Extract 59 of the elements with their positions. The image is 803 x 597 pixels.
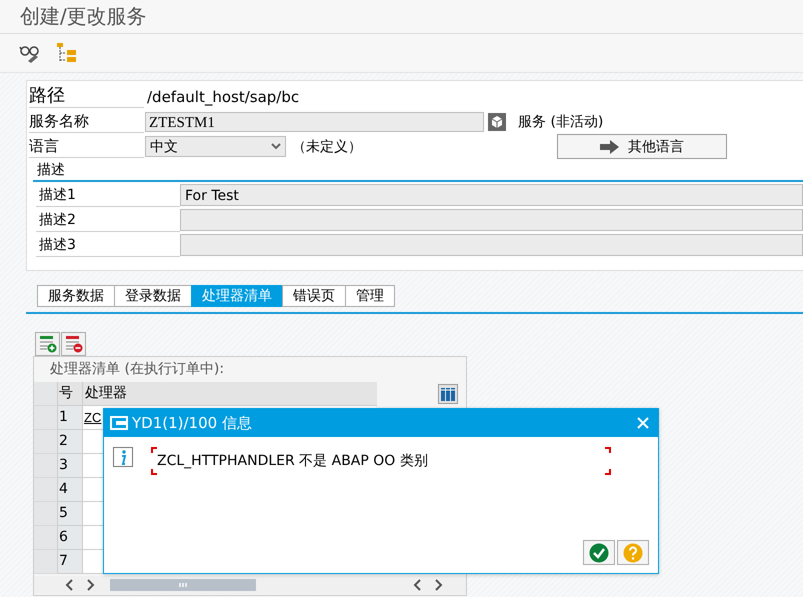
tab[interactable]: 登录数据 (114, 285, 191, 307)
table-cell: 4 (58, 478, 83, 502)
tab[interactable]: 错误页 (282, 285, 345, 307)
scroll-left-icon[interactable] (64, 579, 74, 591)
insert-row-button[interactable] (35, 332, 60, 356)
field-label: 路径 (29, 85, 144, 108)
field-value: /default_host/sap/bc (146, 88, 300, 106)
table-cell: 3 (58, 454, 83, 478)
question-mark-icon (623, 542, 643, 562)
cube-icon (488, 112, 506, 130)
scrollbar-thumb[interactable] (110, 579, 256, 591)
table-cell: 1 (58, 406, 83, 430)
language-dropdown[interactable]: 中文 (145, 136, 286, 157)
window-title: 创建/更改服务 (0, 0, 803, 34)
field-label: 语言 (29, 135, 144, 158)
delete-row-button[interactable] (61, 332, 86, 356)
input-field[interactable]: For Test (180, 184, 803, 206)
column-settings-icon[interactable] (438, 384, 458, 404)
close-icon[interactable] (637, 417, 649, 429)
field-label: 服务名称 (29, 110, 144, 133)
row-selector[interactable] (34, 526, 58, 550)
column-header: 号 (58, 382, 83, 406)
scroll-left-icon[interactable] (412, 579, 422, 591)
dialog-title: YD1(1)/100 信息 (132, 414, 252, 432)
window-icon (110, 416, 128, 430)
row-selector[interactable] (34, 430, 58, 454)
table-cell: 7 (58, 550, 83, 574)
info-icon (113, 447, 133, 467)
table-cell: 2 (58, 430, 83, 454)
message-text: ZCL_HTTPHANDLER 不是 ABAP OO 类别 (157, 452, 428, 470)
table-title: 处理器清单 (在执行订单中): (49, 360, 226, 379)
help-button[interactable] (617, 540, 649, 565)
row-selector[interactable] (34, 454, 58, 478)
section-title: 描述 (33, 161, 803, 182)
row-selector[interactable] (34, 550, 58, 574)
status-text: 服务 (非活动) (518, 112, 604, 130)
note-text: （未定义） (292, 138, 362, 156)
input-field[interactable] (180, 234, 803, 256)
other-languages-button[interactable]: 其他语言 (557, 134, 727, 159)
checkmark-icon (589, 542, 609, 562)
table-cell: 5 (58, 502, 83, 526)
delete-row-icon (64, 335, 82, 353)
row-selector[interactable] (34, 382, 58, 406)
table-cell: 6 (58, 526, 83, 550)
insert-row-icon (38, 335, 56, 353)
column-header: 处理器 (83, 382, 377, 406)
scroll-right-icon[interactable] (86, 579, 96, 591)
scroll-right-icon[interactable] (434, 579, 444, 591)
input-field[interactable]: ZTESTM1 (145, 112, 484, 132)
tab[interactable]: 管理 (345, 285, 395, 307)
chevron-down-icon (271, 143, 281, 150)
ok-button[interactable] (583, 540, 615, 565)
row-selector[interactable] (34, 502, 58, 526)
tab[interactable]: 服务数据 (37, 285, 114, 307)
row-selector[interactable] (34, 478, 58, 502)
hierarchy-icon[interactable] (56, 42, 78, 64)
row-selector[interactable] (34, 406, 58, 430)
input-field[interactable] (180, 208, 803, 230)
arrow-right-icon (600, 140, 620, 154)
